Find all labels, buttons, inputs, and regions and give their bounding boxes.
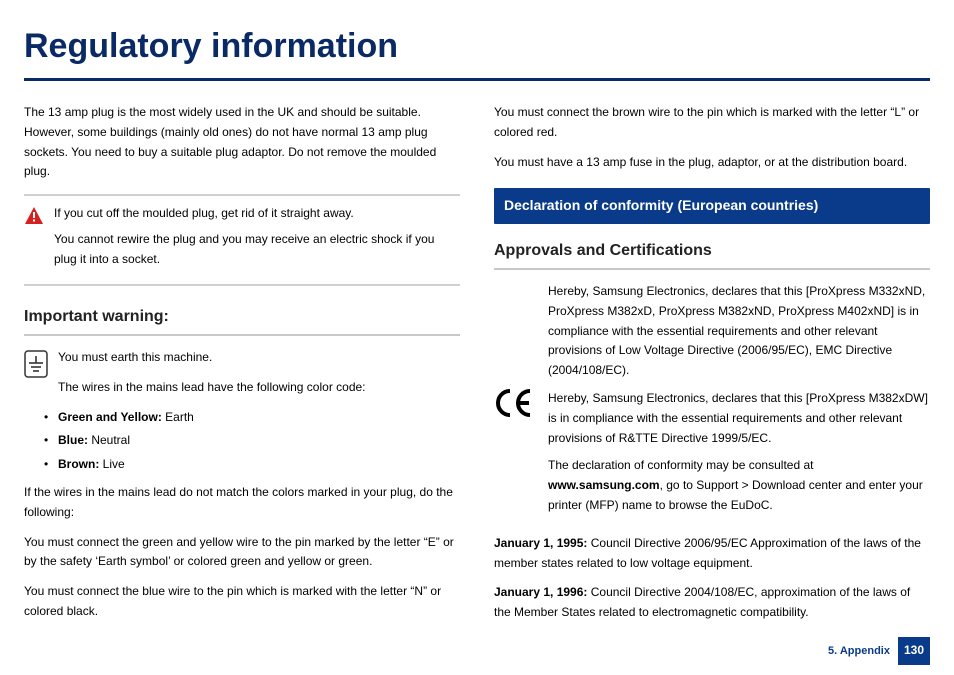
wire-color-list: Green and Yellow: Earth Blue: Neutral Br… [24,408,460,475]
ce-row: Hereby, Samsung Electronics, declares th… [494,282,930,524]
wire-brown-label: Brown: [58,457,99,471]
page-footer: 5. Appendix 130 [828,637,930,665]
connect-brown: You must connect the brown wire to the p… [494,103,930,143]
earth-row: You must earth this machine. The wires i… [24,348,460,402]
warning-line-1: If you cut off the moulded plug, get rid… [54,204,460,224]
mismatch-intro: If the wires in the mains lead do not ma… [24,483,460,523]
wire-blue-value: Neutral [88,433,130,447]
ce3-url: www.samsung.com [548,478,660,492]
connect-gy: You must connect the green and yellow wi… [24,533,460,573]
warning-line-2: You cannot rewire the plug and you may r… [54,230,460,270]
approvals-heading: Approvals and Certifications [494,238,930,270]
fuse-note: You must have a 13 amp fuse in the plug,… [494,153,930,173]
ce3-pre: The declaration of conformity may be con… [548,458,813,472]
date-1996: January 1, 1996: Council Directive 2004/… [494,583,930,623]
warning-callout: If you cut off the moulded plug, get rid… [24,194,460,285]
page-title: Regulatory information [24,18,930,81]
ce-declaration-3: The declaration of conformity may be con… [548,456,930,515]
earth-line-1: You must earth this machine. [58,348,366,368]
ce-declaration-1: Hereby, Samsung Electronics, declares th… [548,282,930,381]
left-column: The 13 amp plug is the most widely used … [24,103,460,633]
date-1996-label: January 1, 1996: [494,585,587,599]
earth-text: You must earth this machine. The wires i… [58,348,366,402]
declaration-heading-bar: Declaration of conformity (European coun… [494,188,930,223]
wire-gy-label: Green and Yellow: [58,410,162,424]
wire-brown: Brown: Live [58,455,460,475]
right-column: You must connect the brown wire to the p… [494,103,930,633]
ce-mark-icon [494,388,534,418]
warning-body: If you cut off the moulded plug, get rid… [54,204,460,275]
connect-blue: You must connect the blue wire to the pi… [24,582,460,622]
wire-brown-value: Live [99,457,124,471]
footer-chapter: 5. Appendix [828,642,890,660]
content-columns: The 13 amp plug is the most widely used … [24,103,930,633]
wire-blue-label: Blue: [58,433,88,447]
wire-green-yellow: Green and Yellow: Earth [58,408,460,428]
footer-page-number: 130 [898,637,930,665]
important-warning-heading: Important warning: [24,304,460,336]
ce-body: Hereby, Samsung Electronics, declares th… [548,282,930,524]
wire-blue: Blue: Neutral [58,431,460,451]
earth-icon [24,350,48,378]
date-1995-label: January 1, 1995: [494,536,587,550]
warning-icon [24,206,44,226]
intro-paragraph: The 13 amp plug is the most widely used … [24,103,460,182]
earth-line-2: The wires in the mains lead have the fol… [58,378,366,398]
date-1995: January 1, 1995: Council Directive 2006/… [494,534,930,574]
wire-gy-value: Earth [162,410,194,424]
ce-declaration-2: Hereby, Samsung Electronics, declares th… [548,389,930,448]
